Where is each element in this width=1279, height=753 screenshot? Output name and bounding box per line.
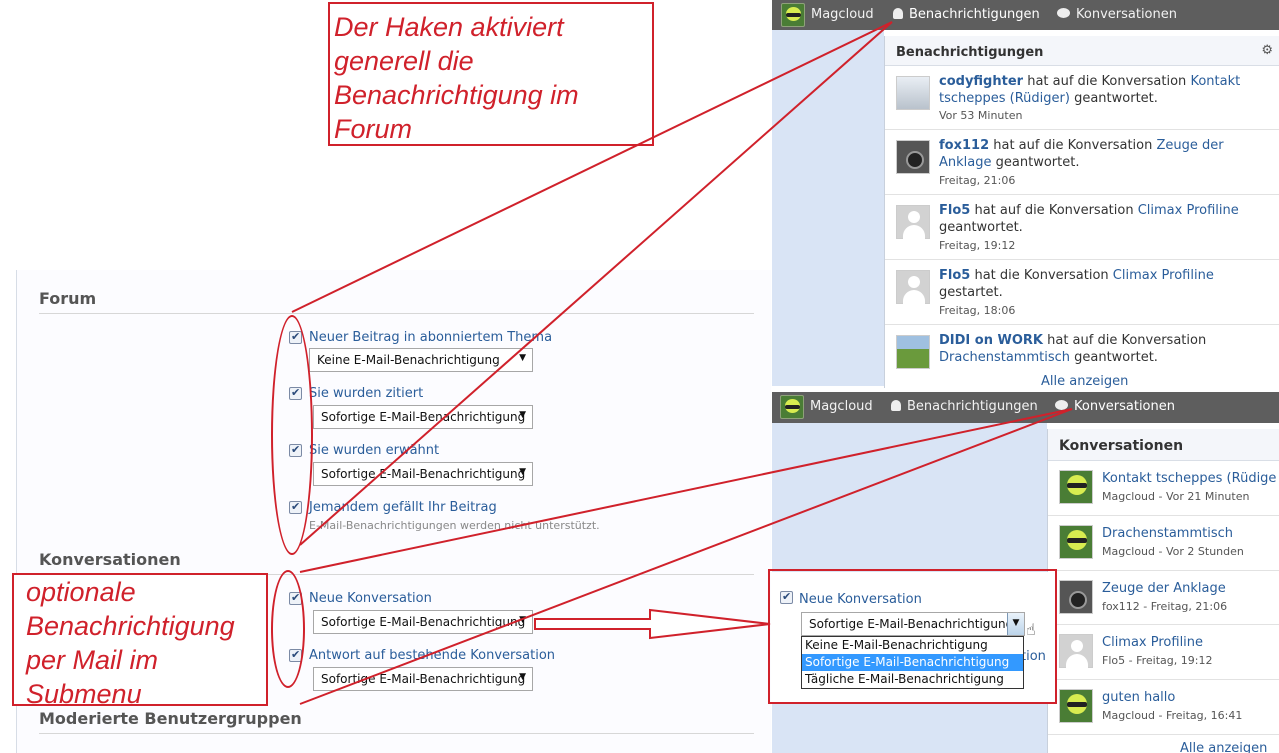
annotation-line <box>299 408 1073 705</box>
annotation-lines <box>291 21 1073 705</box>
annotation-arrow <box>534 608 771 640</box>
annotation-line <box>299 408 1073 573</box>
annotation-line <box>291 21 893 313</box>
